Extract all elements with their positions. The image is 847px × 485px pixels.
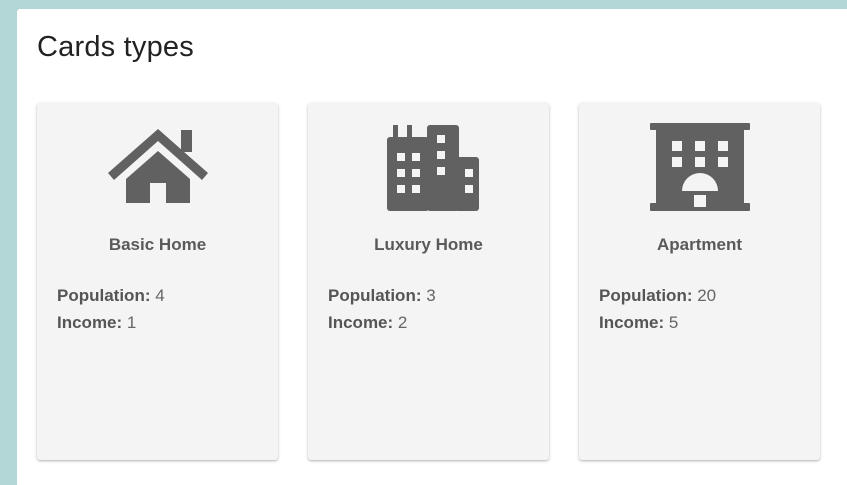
card-title: Basic Home <box>108 235 207 254</box>
apartment-building-icon <box>649 123 750 213</box>
population-stat: Population: 3 <box>328 282 436 309</box>
population-label: Population: <box>57 286 151 305</box>
income-label: Income: <box>328 313 394 332</box>
card-stats: Population: 3 Income: 2 <box>328 282 436 336</box>
population-value: 3 <box>426 286 436 305</box>
page-title: Cards types <box>37 31 194 63</box>
population-stat: Population: 4 <box>57 282 165 309</box>
income-value: 1 <box>126 313 137 332</box>
city-buildings-icon <box>379 123 479 213</box>
card-apartment[interactable]: Apartment Population: 20 Income: 5 <box>579 103 820 460</box>
income-stat: Income: 5 <box>599 309 716 336</box>
card-basic-home[interactable]: Basic Home Population: 4 Income: 1 <box>37 103 278 460</box>
population-label: Population: <box>328 286 422 305</box>
income-label: Income: <box>57 313 123 332</box>
population-stat: Population: 20 <box>599 282 716 309</box>
income-label: Income: <box>599 313 665 332</box>
income-value: 5 <box>668 313 679 332</box>
house-icon <box>107 123 208 213</box>
card-title: Apartment <box>656 235 742 254</box>
income-stat: Income: 2 <box>328 309 436 336</box>
population-value: 20 <box>697 286 717 305</box>
population-value: 4 <box>155 286 165 305</box>
income-stat: Income: 1 <box>57 309 165 336</box>
main-panel: Cards types Basic Home Population: 4 Inc… <box>17 9 847 485</box>
card-stats: Population: 20 Income: 5 <box>599 282 716 336</box>
card-luxury-home[interactable]: Luxury Home Population: 3 Income: 2 <box>308 103 549 460</box>
population-label: Population: <box>599 286 693 305</box>
income-value: 2 <box>397 313 408 332</box>
card-stats: Population: 4 Income: 1 <box>57 282 165 336</box>
card-title: Luxury Home <box>374 235 483 254</box>
